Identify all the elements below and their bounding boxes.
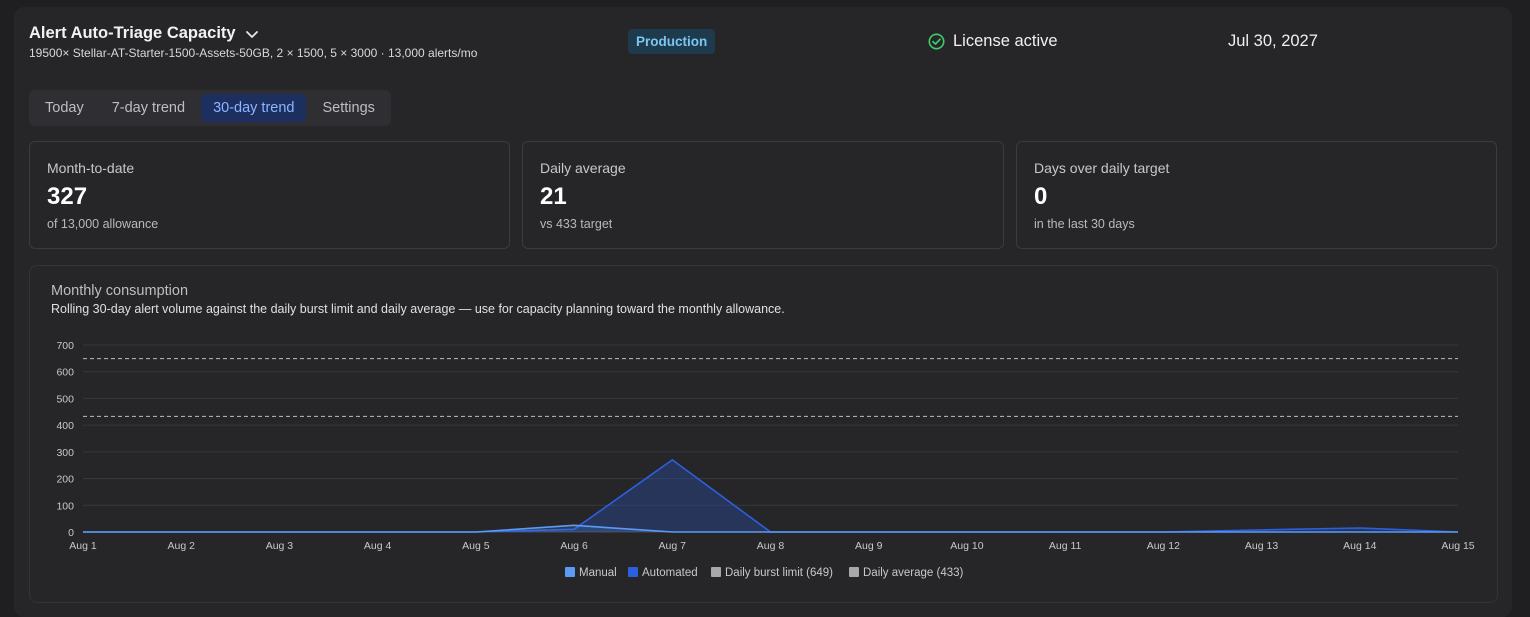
license-summary: 19500× Stellar-AT-Starter-1500-Assets-50… xyxy=(29,46,478,60)
stat-value: 21 xyxy=(540,183,567,210)
title-row[interactable]: Alert Auto-Triage Capacity xyxy=(29,24,260,43)
chevron-down-icon[interactable] xyxy=(244,26,260,42)
chart-description: Rolling 30-day alert volume against the … xyxy=(51,302,785,316)
stat-label: Days over daily target xyxy=(1034,160,1170,176)
stat-note: of 13,000 allowance xyxy=(47,217,159,231)
license-status: License active xyxy=(928,32,1058,51)
stat-card-daily-average: Daily average 21 vs 433 target xyxy=(522,141,1004,249)
stat-note: in the last 30 days xyxy=(1034,217,1135,231)
environment-badge: Production xyxy=(628,29,716,54)
stat-label: Month-to-date xyxy=(47,160,135,176)
stat-value: 0 xyxy=(1034,183,1048,210)
tab-today[interactable]: Today xyxy=(33,94,96,122)
tab-30-day-trend[interactable]: 30-day trend xyxy=(201,94,307,122)
page-title: Alert Auto-Triage Capacity xyxy=(29,24,236,42)
stat-value: 327 xyxy=(47,183,88,210)
check-circle-icon xyxy=(928,33,945,50)
tab-settings[interactable]: Settings xyxy=(310,94,386,122)
chart-title: Monthly consumption xyxy=(51,283,189,299)
stat-label: Daily average xyxy=(540,160,626,176)
stat-note: vs 433 target xyxy=(540,217,613,231)
tab-7-day-trend[interactable]: 7-day trend xyxy=(100,94,197,122)
stat-card-month-to-date: Month-to-date 327 of 13,000 allowance xyxy=(29,141,510,249)
view-tabs: Today 7-day trend 30-day trend Settings xyxy=(29,90,391,126)
monthly-consumption-card: Monthly consumption Rolling 30-day alert… xyxy=(29,265,1498,603)
stat-card-days-over-target: Days over daily target 0 in the last 30 … xyxy=(1016,141,1497,249)
license-status-label: License active xyxy=(953,32,1058,50)
license-date: Jul 30, 2027 xyxy=(1228,32,1318,50)
